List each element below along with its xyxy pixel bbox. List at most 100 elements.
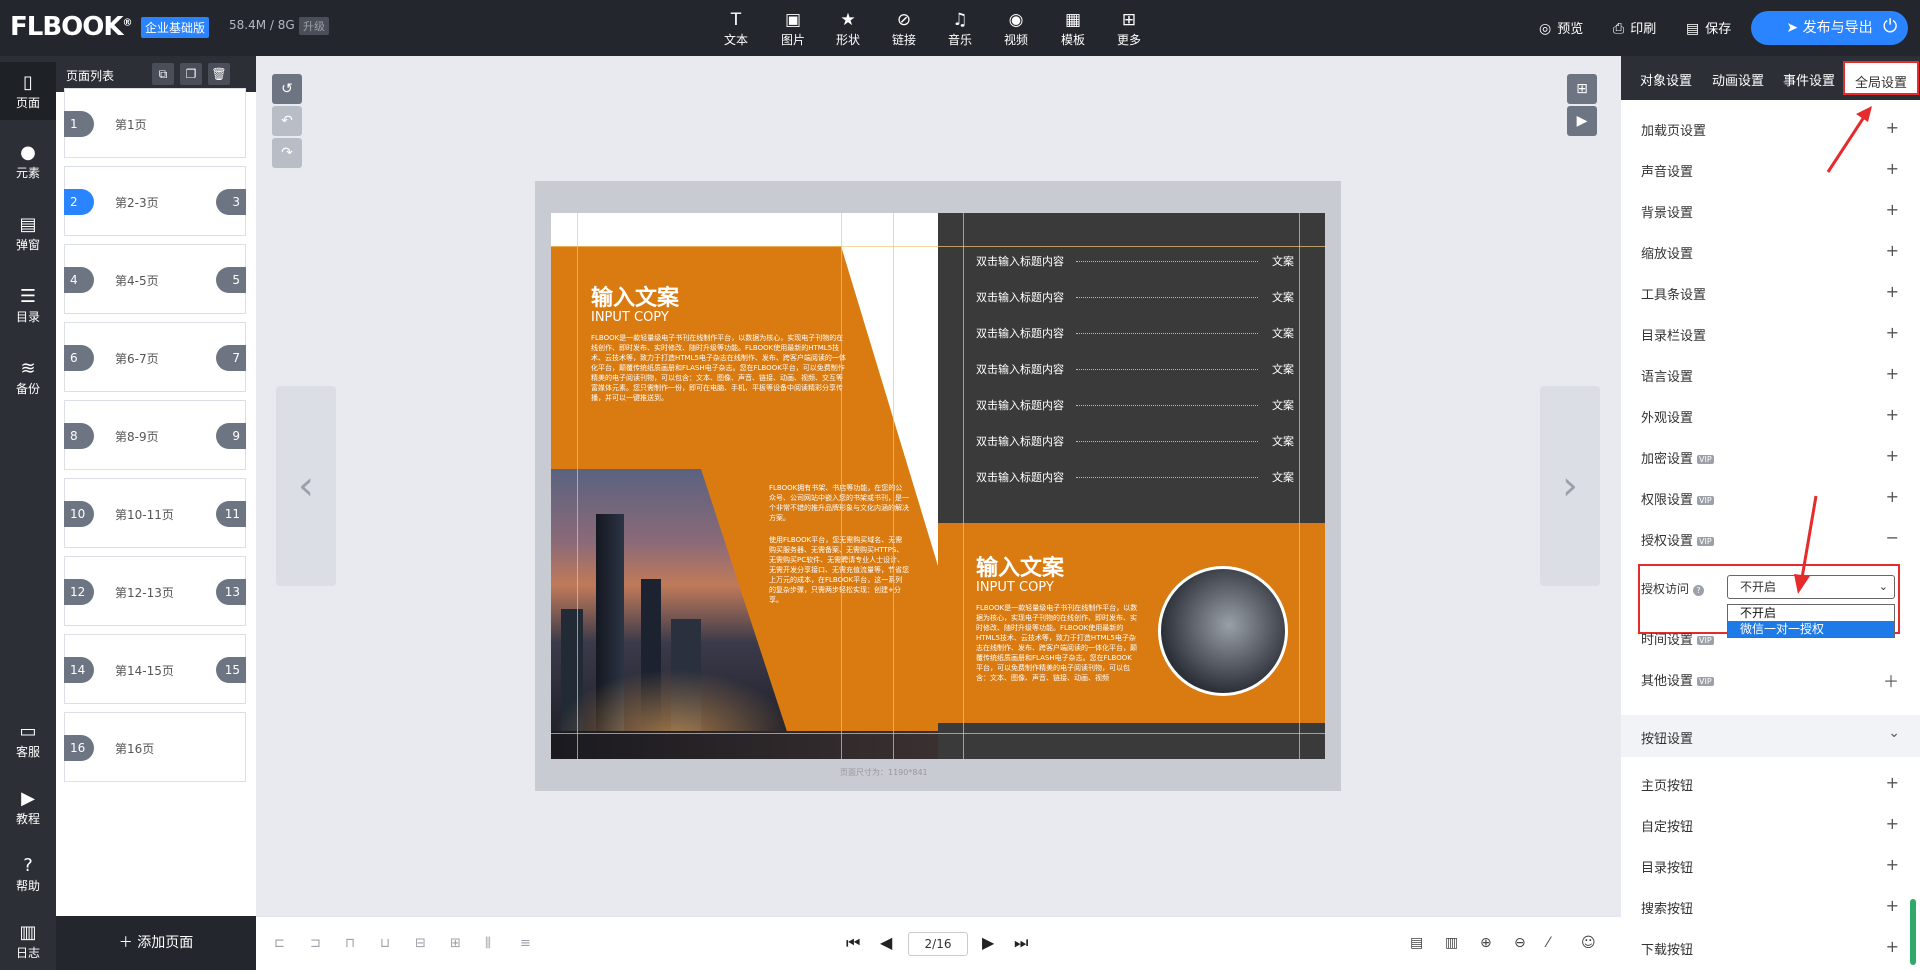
align-bottom-icon[interactable]: ⊞	[450, 936, 461, 951]
collapse-minus-icon[interactable]: −	[1886, 528, 1899, 547]
button-setting-row[interactable]: 下载按钮 +	[1641, 937, 1899, 959]
tab-animation-settings[interactable]: 动画设置	[1712, 70, 1764, 89]
page-thumbnail[interactable]: 16 第16页	[64, 712, 246, 782]
time-settings-row[interactable]: 时间设置 VIP	[1641, 629, 1899, 649]
page-thumbnail[interactable]: 10 11 第10-11页	[64, 478, 246, 548]
upgrade-button[interactable]: 升级	[299, 17, 329, 35]
zoom-in-icon[interactable]: ⊕	[1480, 935, 1492, 951]
button-setting-row[interactable]: 自定按钮 +	[1641, 814, 1899, 836]
distribute-h-icon[interactable]: ⫼	[485, 936, 491, 951]
button-settings-section[interactable]: 按钮设置 ⌄	[1621, 715, 1920, 757]
nav-backup[interactable]: ≋ 备份	[0, 352, 56, 410]
toc-entry[interactable]: 双击输入标题内容 文案	[976, 289, 1294, 304]
setting-row[interactable]: 外观设置 +	[1641, 405, 1899, 427]
tool-video[interactable]: ◉ 视频	[992, 10, 1040, 48]
double-page-view-icon[interactable]: ▥	[1445, 935, 1458, 951]
expand-plus-icon[interactable]: +	[1886, 200, 1899, 219]
flbook-logo[interactable]: FLBOOK®	[10, 12, 133, 42]
button-setting-row[interactable]: 搜索按钮 +	[1641, 896, 1899, 918]
left-page-body-3[interactable]: 使用FLBOOK平台，您无需购买域名、无需购买服务器、无需备案、无需购买HTTP…	[769, 535, 909, 605]
add-layer-icon[interactable]: ⊞	[1567, 74, 1597, 104]
page-thumbnail[interactable]: 6 7 第6-7页	[64, 322, 246, 392]
help-question-icon[interactable]: ?	[1693, 585, 1705, 596]
tool-image[interactable]: ▣ 图片	[769, 10, 817, 48]
expand-plus-icon[interactable]: +	[1886, 446, 1899, 465]
align-middle-icon[interactable]: ⊟	[415, 936, 426, 951]
expand-plus-icon[interactable]: +	[1886, 937, 1899, 956]
page-thumbnail[interactable]: 2 3 第2-3页	[64, 166, 246, 236]
expand-plus-icon[interactable]: +	[1886, 118, 1899, 137]
tool-text[interactable]: T 文本	[712, 10, 760, 48]
next-page-arrow-icon[interactable]: ›	[1540, 386, 1600, 586]
toc-entry[interactable]: 双击输入标题内容 文案	[976, 253, 1294, 268]
expand-plus-icon[interactable]: +	[1886, 814, 1899, 833]
print-button[interactable]: ⎙ 印刷	[1613, 18, 1656, 37]
tool-template[interactable]: ▦ 模板	[1049, 10, 1097, 48]
tab-global-settings[interactable]: 全局设置	[1843, 61, 1920, 95]
setting-row[interactable]: 语言设置 +	[1641, 364, 1899, 386]
tool-link[interactable]: ⊘ 链接	[880, 10, 928, 48]
tool-shape[interactable]: ★ 形状	[824, 10, 872, 48]
nav-popup[interactable]: ▤ 弹窗	[0, 208, 56, 266]
expand-plus-icon[interactable]: +	[1886, 896, 1899, 915]
page-thumbnail[interactable]: 12 13 第12-13页	[64, 556, 246, 626]
expand-plus-icon[interactable]: +	[1886, 773, 1899, 792]
nav-page[interactable]: ▯ 页面	[0, 62, 56, 120]
tool-more[interactable]: ⊞ 更多	[1105, 10, 1153, 48]
next-page-icon[interactable]: ▶	[982, 933, 994, 952]
right-page-subtitle[interactable]: INPUT COPY	[976, 580, 1054, 595]
align-right-icon[interactable]: ⊓	[345, 936, 355, 951]
prev-page-arrow-icon[interactable]: ‹	[276, 386, 336, 586]
right-page-body[interactable]: FLBOOK是一款轻量级电子书刊在线制作平台，以数据为核心，实现电子刊物的在线创…	[976, 603, 1138, 683]
delete-page-icon[interactable]: 🗑	[208, 63, 230, 85]
nav-toc[interactable]: ☰ 目录	[0, 280, 56, 338]
single-page-view-icon[interactable]: ▤	[1410, 935, 1423, 951]
align-center-icon[interactable]: ⊐	[310, 936, 321, 951]
scrollbar-thumb[interactable]	[1910, 899, 1916, 965]
nav-element[interactable]: ● 元素	[0, 136, 56, 194]
setting-row[interactable]: 缩放设置 +	[1641, 241, 1899, 263]
expand-plus-icon[interactable]: +	[1886, 855, 1899, 874]
toc-entry[interactable]: 双击输入标题内容 文案	[976, 433, 1294, 448]
left-page-title[interactable]: 输入文案	[591, 280, 679, 312]
expand-plus-icon[interactable]: +	[1886, 159, 1899, 178]
setting-row[interactable]: 加密设置 VIP +	[1641, 446, 1899, 468]
toc-entry[interactable]: 双击输入标题内容 文案	[976, 397, 1294, 412]
add-page-button[interactable]: ＋ 添加页面	[56, 916, 256, 970]
setting-row[interactable]: 工具条设置 +	[1641, 282, 1899, 304]
first-page-icon[interactable]: ⏮	[846, 933, 860, 953]
left-page-body[interactable]: FLBOOK是一款轻量级电子书刊在线制作平台，以数据为核心，实现电子刊物的在线创…	[591, 333, 847, 403]
expand-plus-icon[interactable]: +	[1886, 282, 1899, 301]
duplicate-page-icon[interactable]: ❐	[180, 63, 202, 85]
zoom-out-icon[interactable]: ⊖	[1514, 935, 1526, 951]
other-settings-row[interactable]: 其他设置 VIP ＋	[1641, 670, 1899, 691]
setting-row[interactable]: 背景设置 +	[1641, 200, 1899, 222]
setting-row[interactable]: 目录栏设置 +	[1641, 323, 1899, 345]
settings-face-icon[interactable]: ☺	[1581, 935, 1596, 951]
page-thumbnail[interactable]: 1 第1页	[64, 88, 246, 158]
save-button[interactable]: ▤ 保存	[1686, 18, 1731, 37]
tool-music[interactable]: ♫ 音乐	[936, 10, 984, 48]
nav-tutorial[interactable]: ▶ 教程	[0, 782, 56, 840]
align-left-icon[interactable]: ⊏	[274, 936, 285, 951]
page-thumbnail[interactable]: 14 15 第14-15页	[64, 634, 246, 704]
preview-button[interactable]: ◎ 预览	[1539, 18, 1583, 37]
last-page-icon[interactable]: ⏭	[1014, 933, 1028, 953]
align-top-icon[interactable]: ⊔	[380, 936, 390, 951]
touchscreen-hand-photo[interactable]	[1158, 566, 1288, 696]
copy-page-icon[interactable]: ⧉	[152, 63, 174, 85]
history-icon[interactable]: ↺	[272, 74, 302, 104]
toc-entry[interactable]: 双击输入标题内容 文案	[976, 469, 1294, 484]
left-page-subtitle[interactable]: INPUT COPY	[591, 310, 669, 325]
undo-icon[interactable]: ↶	[272, 106, 302, 136]
page-spread[interactable]: 输入文案 INPUT COPY FLBOOK是一款轻量级电子书刊在线制作平台，以…	[551, 213, 1325, 759]
setting-row[interactable]: 权限设置 VIP +	[1641, 487, 1899, 509]
nav-help[interactable]: ? 帮助	[0, 849, 56, 907]
redo-icon[interactable]: ↷	[272, 138, 302, 168]
play-preview-icon[interactable]: ▶	[1567, 106, 1597, 136]
expand-plus-icon[interactable]: +	[1886, 405, 1899, 424]
right-page-title[interactable]: 输入文案	[976, 550, 1064, 582]
page-thumbnail[interactable]: 4 5 第4-5页	[64, 244, 246, 314]
page-number-input[interactable]: 2/16	[908, 932, 968, 956]
distribute-v-icon[interactable]: ≡	[520, 936, 531, 951]
